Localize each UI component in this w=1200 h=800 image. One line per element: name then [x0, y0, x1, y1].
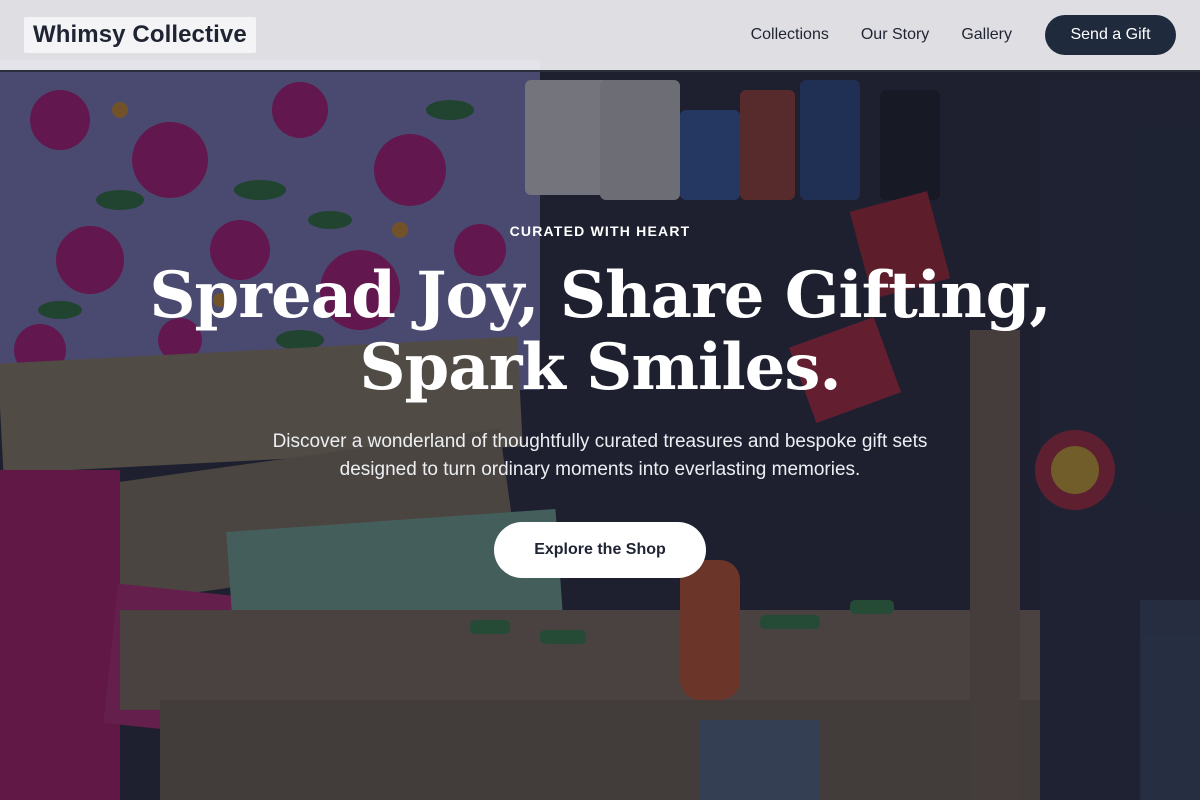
nav-link-our-story[interactable]: Our Story [861, 26, 929, 44]
send-gift-button[interactable]: Send a Gift [1045, 15, 1176, 55]
hero-headline: Spread Joy, Share Gifting, Spark Smiles. [100, 260, 1100, 404]
hero-subtext: Discover a wonderland of thoughtfully cu… [272, 431, 928, 480]
hero-headline-line-2: Spark Smiles. [359, 330, 841, 405]
hero-headline-line-1: Spread Joy, Share Gifting, [149, 258, 1051, 333]
hero-eyebrow: CURATED WITH HEART [509, 223, 691, 239]
site-logo[interactable]: Whimsy Collective [24, 17, 256, 53]
site-header: Whimsy Collective Collections Our Story … [0, 0, 1200, 72]
hero-content: CURATED WITH HEART Spread Joy, Share Gif… [0, 0, 1200, 800]
nav-link-collections[interactable]: Collections [751, 26, 829, 44]
explore-shop-button[interactable]: Explore the Shop [494, 522, 706, 578]
nav-link-gallery[interactable]: Gallery [961, 26, 1012, 44]
main-nav: Collections Our Story Gallery Send a Gif… [751, 15, 1176, 55]
